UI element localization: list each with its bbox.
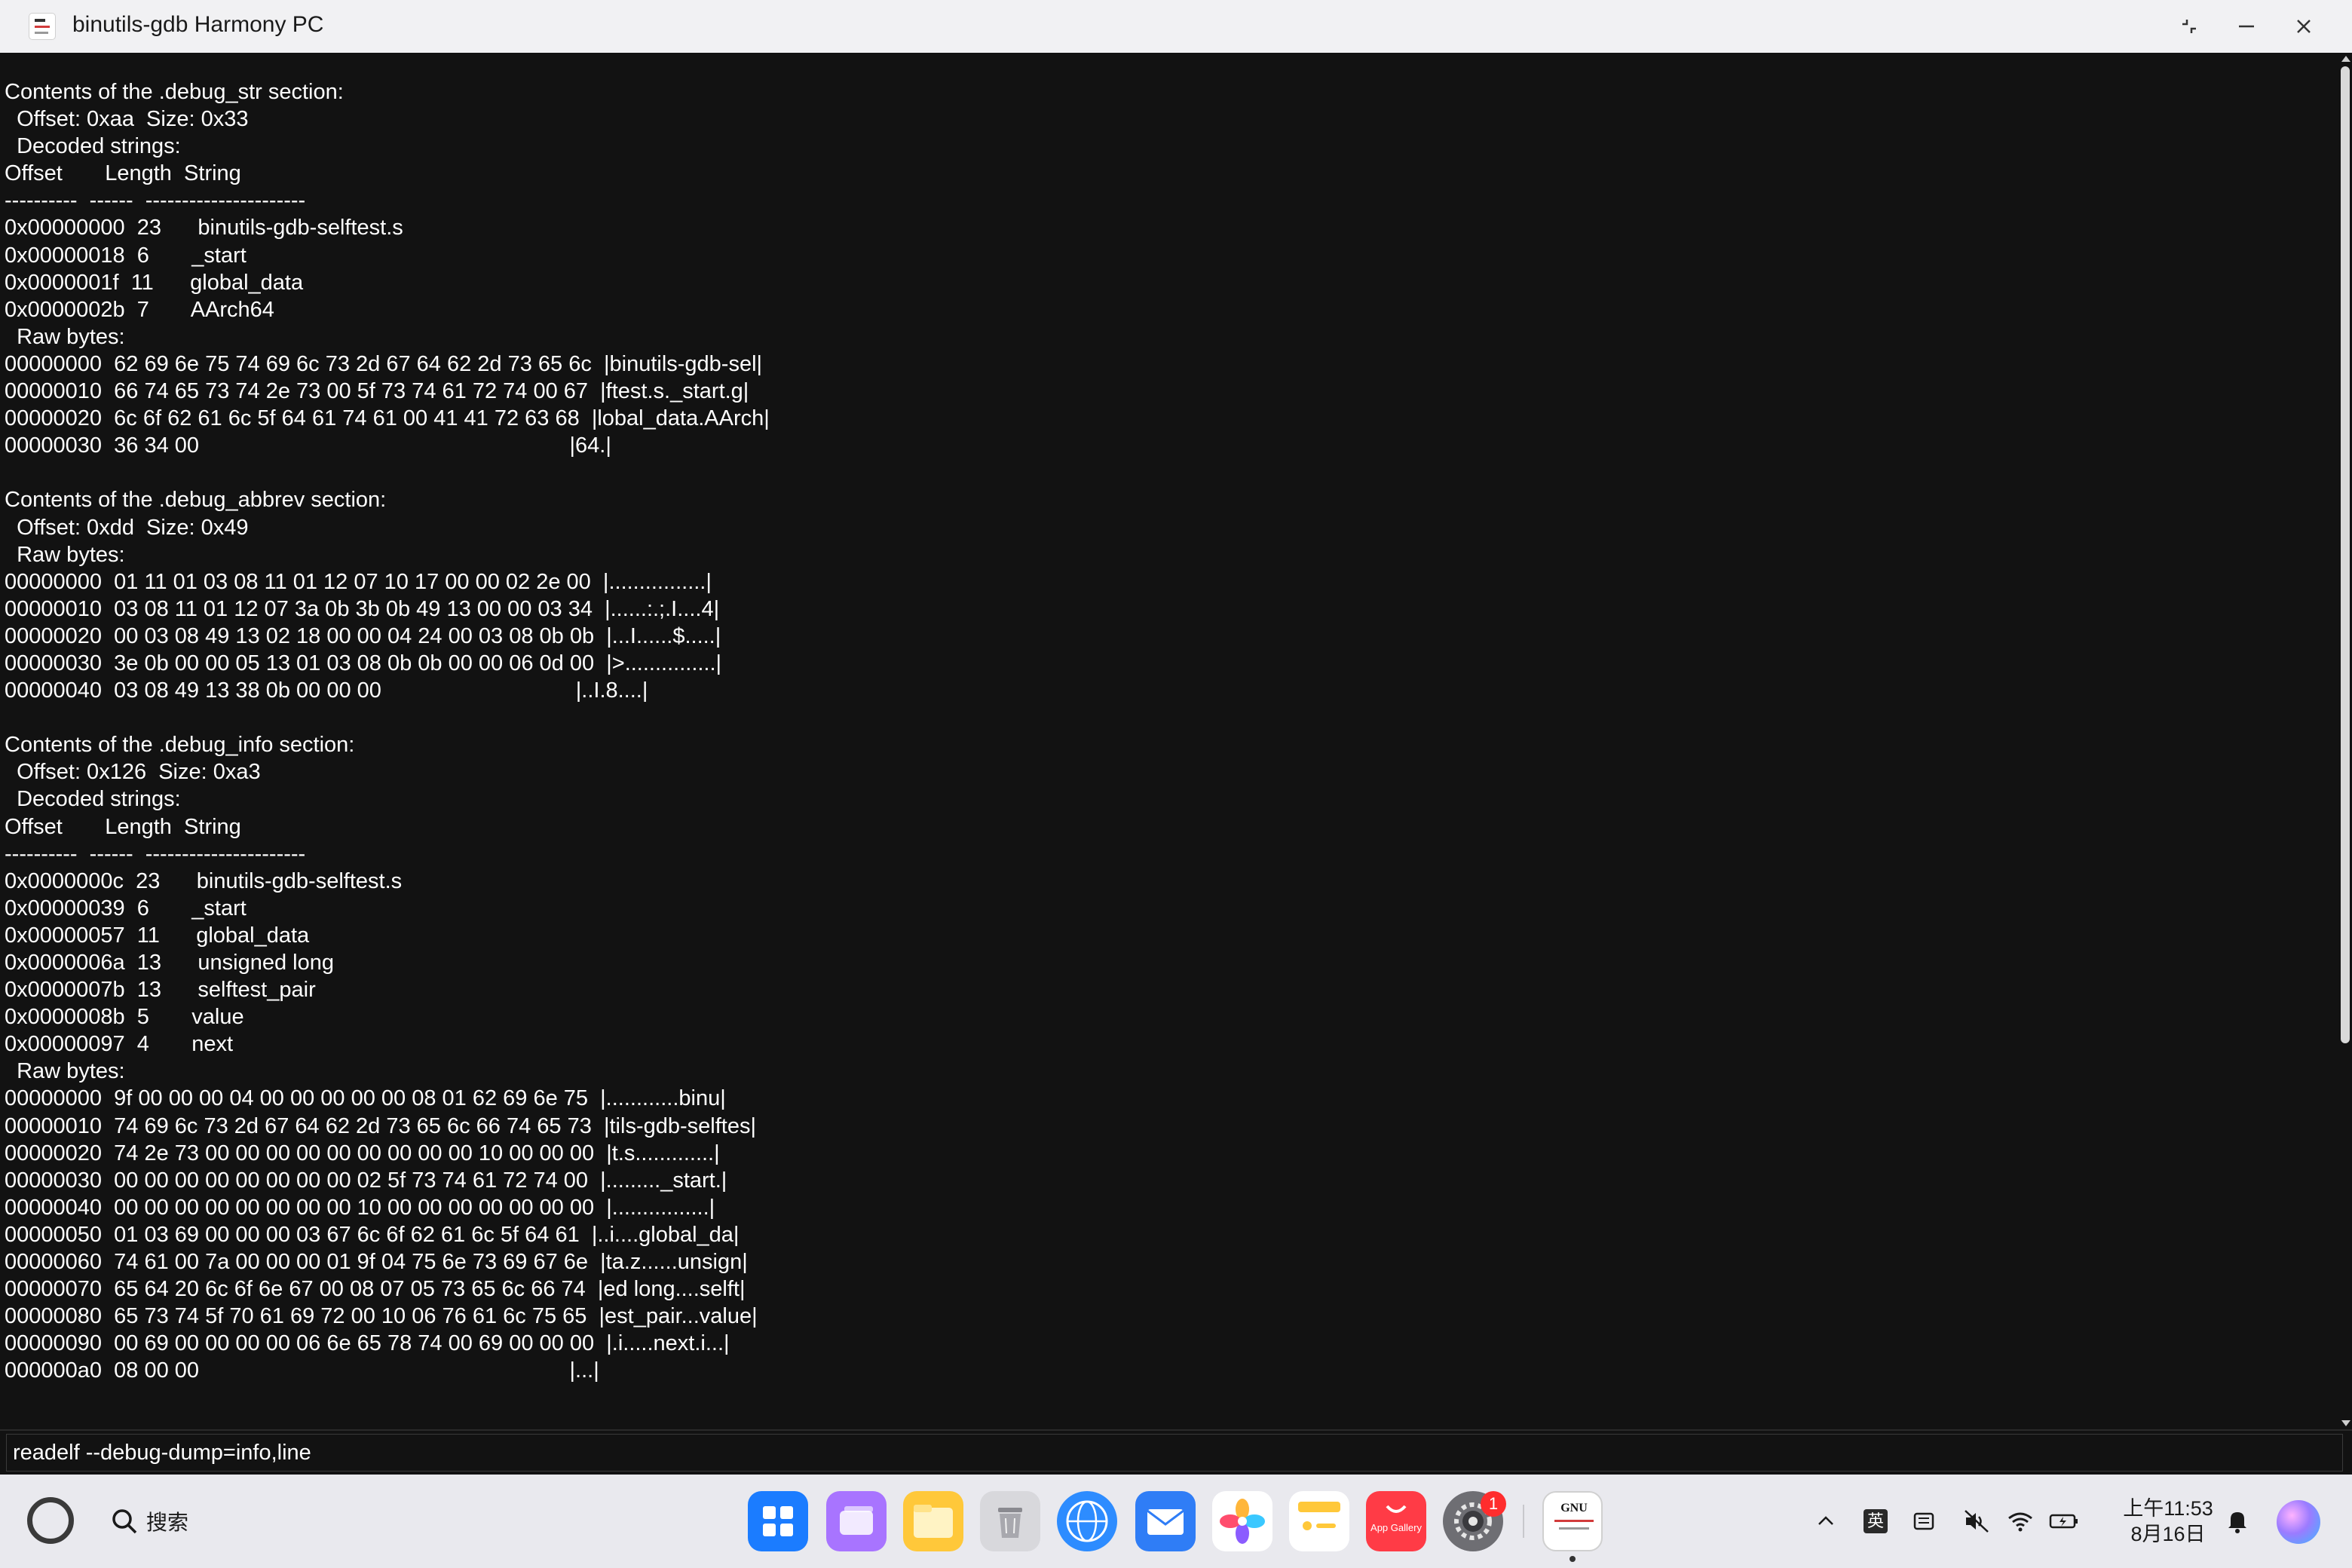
chevron-up-icon[interactable] <box>1809 1505 1842 1538</box>
output-line: Offset Length String <box>5 814 241 839</box>
output-line: Offset Length String <box>5 161 241 186</box>
output-line: 00000000 62 69 6e 75 74 69 6c 73 2d 67 6… <box>5 351 763 376</box>
output-line: Raw bytes: <box>5 542 125 567</box>
multitask-icon[interactable] <box>826 1491 887 1551</box>
ime-label: 英 <box>1864 1509 1888 1533</box>
volume-muted-icon[interactable] <box>1960 1505 1993 1538</box>
browser-icon[interactable] <box>1057 1491 1117 1551</box>
mail-icon[interactable] <box>1135 1491 1196 1551</box>
output-line: 0x0000008b 5 value <box>5 1005 244 1030</box>
output-line: 00000000 9f 00 00 00 04 00 00 00 00 00 0… <box>5 1086 726 1111</box>
minimize-icon <box>2239 25 2254 28</box>
launcher-icon[interactable] <box>748 1491 808 1551</box>
terminal-output[interactable]: Contents of the .debug_str section: Offs… <box>0 53 2337 1429</box>
assistant-icon[interactable] <box>2277 1500 2320 1544</box>
active-app-indicator <box>1570 1556 1576 1562</box>
app-gallery-icon[interactable]: App Gallery <box>1366 1491 1426 1551</box>
restore-button[interactable] <box>2168 8 2210 45</box>
output-line: 00000020 6c 6f 62 61 6c 5f 64 61 74 61 0… <box>5 406 770 431</box>
output-line: 00000030 00 00 00 00 00 00 00 00 02 5f 7… <box>5 1168 727 1193</box>
output-line: 00000000 01 11 01 03 08 11 01 12 07 10 1… <box>5 569 712 594</box>
wifi-icon[interactable] <box>2004 1505 2037 1538</box>
photos-icon[interactable] <box>1212 1491 1272 1551</box>
output-line: 00000010 74 69 6c 73 2d 67 64 62 2d 73 6… <box>5 1113 756 1138</box>
keyboard-icon[interactable] <box>1907 1505 1940 1538</box>
close-icon <box>2297 20 2311 33</box>
output-line: 00000020 74 2e 73 00 00 00 00 00 00 00 0… <box>5 1141 720 1165</box>
output-line: Contents of the .debug_abbrev section: <box>5 488 387 513</box>
output-text: Contents of the .debug_str section: Offs… <box>5 78 770 1385</box>
output-line: 00000010 66 74 65 73 74 2e 73 00 5f 73 7… <box>5 379 749 404</box>
output-line: Offset: 0xaa Size: 0x33 <box>5 107 249 132</box>
output-line: ---------- ------ ---------------------- <box>5 188 306 213</box>
output-line: 00000090 00 69 00 00 00 00 06 6e 65 78 7… <box>5 1331 730 1356</box>
output-line: 0x0000002b 7 AArch64 <box>5 297 274 322</box>
output-line: 0x0000001f 11 global_data <box>5 270 304 295</box>
scroll-thumb[interactable] <box>2341 66 2350 1043</box>
scrollbar[interactable] <box>2338 53 2352 1429</box>
output-line: 00000030 3e 0b 00 00 05 13 01 03 08 0b 0… <box>5 651 722 675</box>
close-button[interactable] <box>2283 8 2325 45</box>
taskbar-separator <box>1523 1505 1524 1538</box>
output-line: Offset: 0xdd Size: 0x49 <box>5 515 249 540</box>
output-line: 0x00000000 23 binutils-gdb-selftest.s <box>5 216 403 240</box>
output-line: 00000010 03 08 11 01 12 07 3a 0b 3b 0b 4… <box>5 596 720 621</box>
output-line: 0x0000007b 13 selftest_pair <box>5 978 316 1003</box>
scroll-up-icon[interactable] <box>2341 56 2350 62</box>
search-button[interactable]: 搜索 <box>110 1500 188 1542</box>
output-line: 0x0000006a 13 unsigned long <box>5 951 334 975</box>
notification-badge: 1 <box>1481 1491 1506 1517</box>
title-bar: binutils-gdb Harmony PC <box>0 0 2352 53</box>
output-line: 00000060 74 61 00 7a 00 00 00 01 9f 04 7… <box>5 1250 748 1275</box>
taskbar: 搜索 App Gallery 1 GNU 英 上午11:53 8月16日 <box>0 1475 2352 1568</box>
output-line: 00000040 03 08 49 13 38 0b 00 00 00 |..I… <box>5 678 648 703</box>
output-line: 00000020 00 03 08 49 13 02 18 00 00 04 2… <box>5 623 721 648</box>
output-line: Decoded strings: <box>5 787 181 812</box>
app-icon <box>29 13 56 40</box>
command-input[interactable] <box>6 1434 2343 1472</box>
clock[interactable]: 上午11:53 8月16日 <box>2115 1496 2221 1547</box>
notes-icon[interactable] <box>1289 1491 1349 1551</box>
output-line: Raw bytes: <box>5 1059 125 1084</box>
window-title: binutils-gdb Harmony PC <box>72 12 324 37</box>
output-line: Offset: 0x126 Size: 0xa3 <box>5 760 261 785</box>
trash-icon[interactable] <box>980 1491 1040 1551</box>
bell-icon[interactable] <box>2221 1505 2254 1538</box>
start-icon[interactable] <box>27 1497 74 1544</box>
scroll-down-icon[interactable] <box>2341 1420 2350 1426</box>
output-line: 0x00000039 6 _start <box>5 896 247 920</box>
output-line: 0x00000018 6 _start <box>5 243 247 268</box>
ime-icon[interactable]: 英 <box>1859 1505 1892 1538</box>
clock-time: 上午11:53 <box>2123 1497 2213 1520</box>
output-line: 00000050 01 03 69 00 00 00 03 67 6c 6f 6… <box>5 1222 740 1247</box>
gnu-app-icon[interactable]: GNU <box>1542 1491 1603 1551</box>
battery-icon[interactable] <box>2047 1505 2081 1538</box>
output-line: ---------- ------ ---------------------- <box>5 841 306 866</box>
output-line: 0x00000097 4 next <box>5 1032 234 1057</box>
restore-icon <box>2182 20 2196 33</box>
output-line: 0x00000057 11 global_data <box>5 923 310 948</box>
search-icon <box>112 1509 137 1534</box>
output-line: 00000030 36 34 00 |64.| <box>5 433 611 458</box>
search-label: 搜索 <box>146 1511 189 1534</box>
app-gallery-label: App Gallery <box>1370 1522 1422 1533</box>
output-line: Contents of the .debug_str section: <box>5 80 344 104</box>
files-icon[interactable] <box>903 1491 963 1551</box>
output-line: 00000040 00 00 00 00 00 00 00 00 10 00 0… <box>5 1195 715 1220</box>
output-line: 0x0000000c 23 binutils-gdb-selftest.s <box>5 868 403 893</box>
minimize-button[interactable] <box>2225 8 2268 45</box>
output-line: 000000a0 08 00 00 |...| <box>5 1358 599 1383</box>
output-line: 00000070 65 64 20 6c 6f 6e 67 00 08 07 0… <box>5 1277 746 1302</box>
output-line: Contents of the .debug_info section: <box>5 733 355 758</box>
output-line: Raw bytes: <box>5 324 125 349</box>
output-line: 00000080 65 73 74 5f 70 61 69 72 00 10 0… <box>5 1304 758 1329</box>
clock-date: 8月16日 <box>2130 1523 2206 1545</box>
gnu-app-label: GNU <box>1560 1502 1588 1514</box>
output-line: Decoded strings: <box>5 134 181 159</box>
command-bar <box>0 1429 2352 1475</box>
